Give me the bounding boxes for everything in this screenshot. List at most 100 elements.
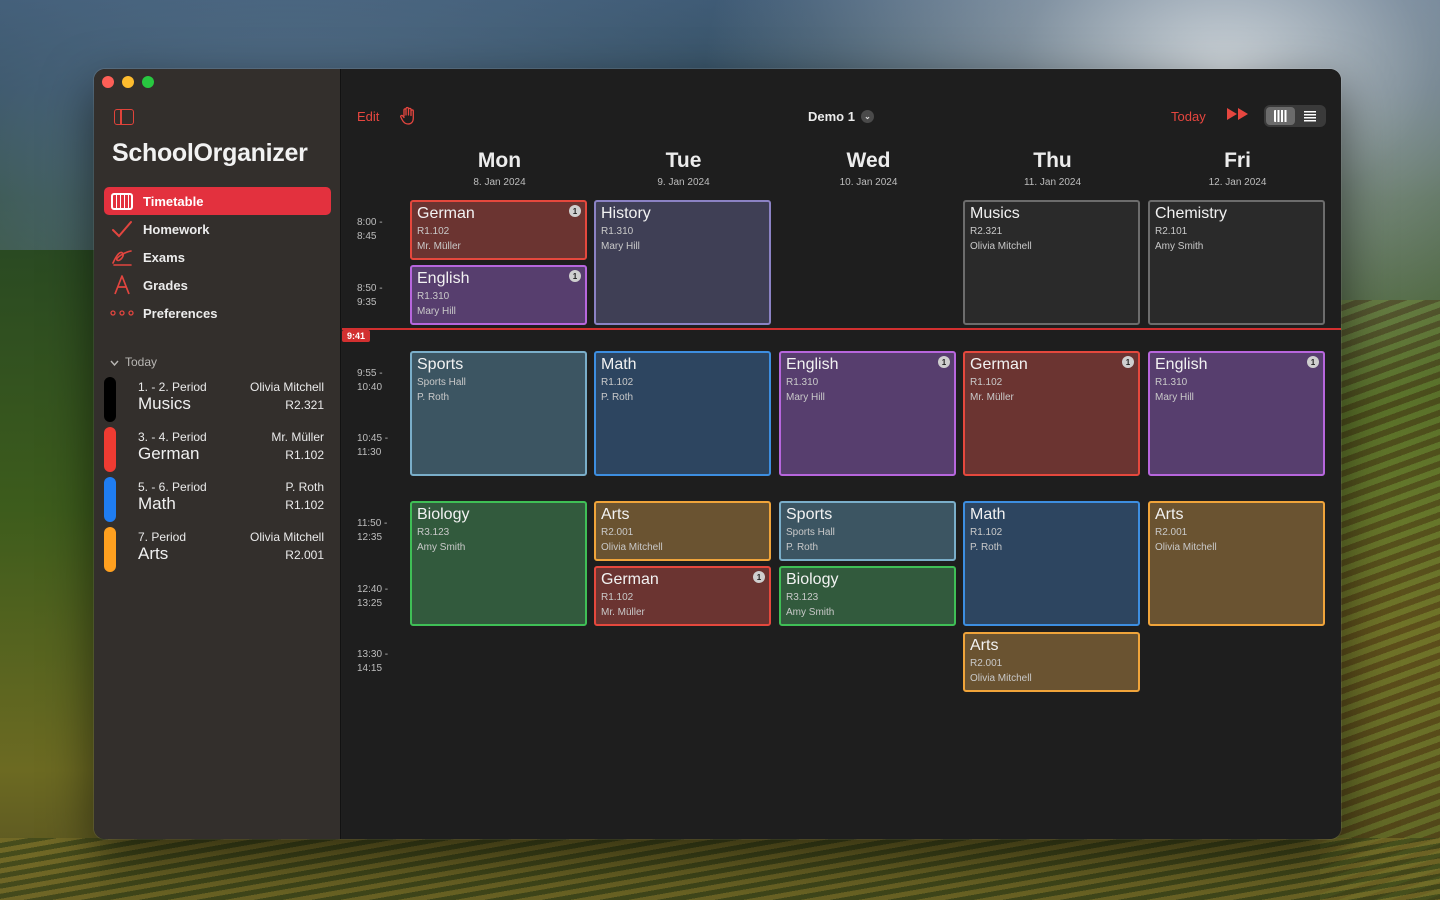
lesson-room: R2.101 <box>1155 226 1188 237</box>
hand-raised-icon[interactable] <box>400 106 416 130</box>
lesson-room: R1.102 <box>970 377 1003 388</box>
minimize-window-button[interactable] <box>122 76 134 88</box>
subject-color-bar <box>104 427 116 472</box>
lesson-room: R1.310 <box>786 377 819 388</box>
homework-count-badge: 1 <box>1122 356 1134 368</box>
day-date: 10. Jan 2024 <box>839 177 898 188</box>
subject-label: German <box>138 444 200 463</box>
lesson-subject: Sports <box>417 356 464 373</box>
lesson-teacher: Olivia Mitchell <box>970 241 1032 252</box>
lesson-card[interactable]: Math R1.102 P. Roth <box>963 501 1140 626</box>
chevron-down-icon: ⌄ <box>860 110 874 123</box>
list-item[interactable]: 7. Period Olivia Mitchell Arts R2.001 <box>104 525 329 575</box>
lesson-card[interactable]: Math R1.102 P. Roth <box>594 351 771 476</box>
today-section-header[interactable]: Today <box>110 355 157 369</box>
time-slot-label: 9:55 - 10:40 <box>357 367 383 395</box>
lesson-card[interactable]: Sports Sports Hall P. Roth <box>410 351 587 476</box>
day-header-tue: Tue 9. Jan 2024 <box>594 149 773 188</box>
day-date: 12. Jan 2024 <box>1208 177 1267 188</box>
sidebar-toggle-icon[interactable] <box>114 109 134 125</box>
list-item[interactable]: 5. - 6. Period P. Roth Math R1.102 <box>104 475 329 525</box>
subject-label: Musics <box>138 394 191 413</box>
lesson-card[interactable]: German R1.102 Mr. Müller 1 <box>594 566 771 626</box>
sidebar-item-label: Homework <box>143 221 210 237</box>
fast-forward-icon[interactable] <box>1226 105 1250 126</box>
teacher-label: Olivia Mitchell <box>249 380 324 394</box>
wallpaper-vineyard-bottom <box>0 838 1440 900</box>
day-name: Wed <box>846 149 891 172</box>
lesson-teacher: Amy Smith <box>1155 241 1204 252</box>
lesson-room: R1.102 <box>417 226 450 237</box>
lesson-card[interactable]: English R1.310 Mary Hill 1 <box>1148 351 1325 476</box>
lesson-room: R1.310 <box>601 226 634 237</box>
sidebar-item-homework[interactable]: Homework <box>104 215 331 243</box>
list-item[interactable]: 1. - 2. Period Olivia Mitchell Musics R2… <box>104 375 329 425</box>
list-view-button[interactable] <box>1295 107 1324 125</box>
lesson-card[interactable]: German R1.102 Mr. Müller 1 <box>410 200 587 260</box>
sidebar-item-label: Exams <box>143 249 185 265</box>
calendar-grid-icon <box>110 192 134 210</box>
subject-color-bar <box>104 377 116 422</box>
subject-color-bar <box>104 477 116 522</box>
lesson-subject: English <box>417 270 470 287</box>
app-title: SchoolOrganizer <box>112 139 308 167</box>
lesson-card[interactable]: Sports Sports Hall P. Roth <box>779 501 956 561</box>
lesson-subject: English <box>1155 356 1208 373</box>
day-header-thu: Thu 11. Jan 2024 <box>963 149 1142 188</box>
sidebar-item-preferences[interactable]: Preferences <box>104 299 331 327</box>
lesson-teacher: Mr. Müller <box>970 392 1014 403</box>
sidebar-item-timetable[interactable]: Timetable <box>104 187 331 215</box>
current-time-badge: 9:41 <box>342 330 370 342</box>
lesson-card[interactable]: Musics R2.321 Olivia Mitchell <box>963 200 1140 325</box>
day-date: 11. Jan 2024 <box>1023 177 1082 188</box>
today-button[interactable]: Today <box>1171 109 1206 124</box>
teacher-label: Mr. Müller <box>271 430 324 444</box>
lesson-card[interactable]: Arts R2.001 Olivia Mitchell <box>1148 501 1325 626</box>
today-section-label: Today <box>125 355 158 369</box>
lesson-room: R3.123 <box>786 592 819 603</box>
period-label: 5. - 6. Period <box>138 480 207 494</box>
edit-button[interactable]: Edit <box>357 109 379 124</box>
lesson-teacher: Olivia Mitchell <box>601 542 663 553</box>
subject-label: Math <box>138 494 176 513</box>
room-label: R1.102 <box>285 448 324 462</box>
homework-count-badge: 1 <box>938 356 950 368</box>
timetable-selector[interactable]: Demo 1 ⌄ <box>808 109 874 124</box>
time-end: 9:35 <box>357 297 377 308</box>
teacher-label: P. Roth <box>285 480 324 494</box>
lesson-card[interactable]: English R1.310 Mary Hill 1 <box>779 351 956 476</box>
sidebar-item-label: Grades <box>143 277 188 293</box>
lesson-card[interactable]: German R1.102 Mr. Müller 1 <box>963 351 1140 476</box>
lesson-subject: History <box>601 205 651 222</box>
lesson-card[interactable]: Chemistry R2.101 Amy Smith <box>1148 200 1325 325</box>
time-start: 8:00 - <box>357 217 383 228</box>
list-item[interactable]: 3. - 4. Period Mr. Müller German R1.102 <box>104 425 329 475</box>
lesson-card[interactable]: Arts R2.001 Olivia Mitchell <box>963 632 1140 692</box>
ellipsis-icon <box>110 304 134 322</box>
lesson-teacher: Amy Smith <box>417 542 466 553</box>
lesson-subject: German <box>601 571 659 588</box>
lesson-subject: Biology <box>786 571 839 588</box>
lesson-card[interactable]: Biology R3.123 Amy Smith <box>410 501 587 626</box>
sidebar-item-exams[interactable]: Exams <box>104 243 331 271</box>
lesson-subject: Math <box>970 506 1006 523</box>
zoom-window-button[interactable] <box>142 76 154 88</box>
time-start: 10:45 - <box>357 433 389 444</box>
lesson-subject: Arts <box>970 637 999 654</box>
lesson-card[interactable]: Biology R3.123 Amy Smith <box>779 566 956 626</box>
lesson-room: Sports Hall <box>417 377 466 388</box>
window-controls <box>102 76 154 88</box>
lesson-card[interactable]: History R1.310 Mary Hill <box>594 200 771 325</box>
week-view-button[interactable] <box>1266 107 1295 125</box>
homework-count-badge: 1 <box>569 270 581 282</box>
close-window-button[interactable] <box>102 76 114 88</box>
day-header-wed: Wed 10. Jan 2024 <box>779 149 958 188</box>
lesson-card[interactable]: Arts R2.001 Olivia Mitchell <box>594 501 771 561</box>
lesson-subject: German <box>970 356 1028 373</box>
lesson-teacher: Mary Hill <box>1155 392 1194 403</box>
sidebar-item-grades[interactable]: Grades <box>104 271 331 299</box>
lesson-room: R2.001 <box>601 527 634 538</box>
day-date: 8. Jan 2024 <box>473 177 526 188</box>
subject-label: Arts <box>138 544 169 563</box>
lesson-card[interactable]: English R1.310 Mary Hill 1 <box>410 265 587 325</box>
